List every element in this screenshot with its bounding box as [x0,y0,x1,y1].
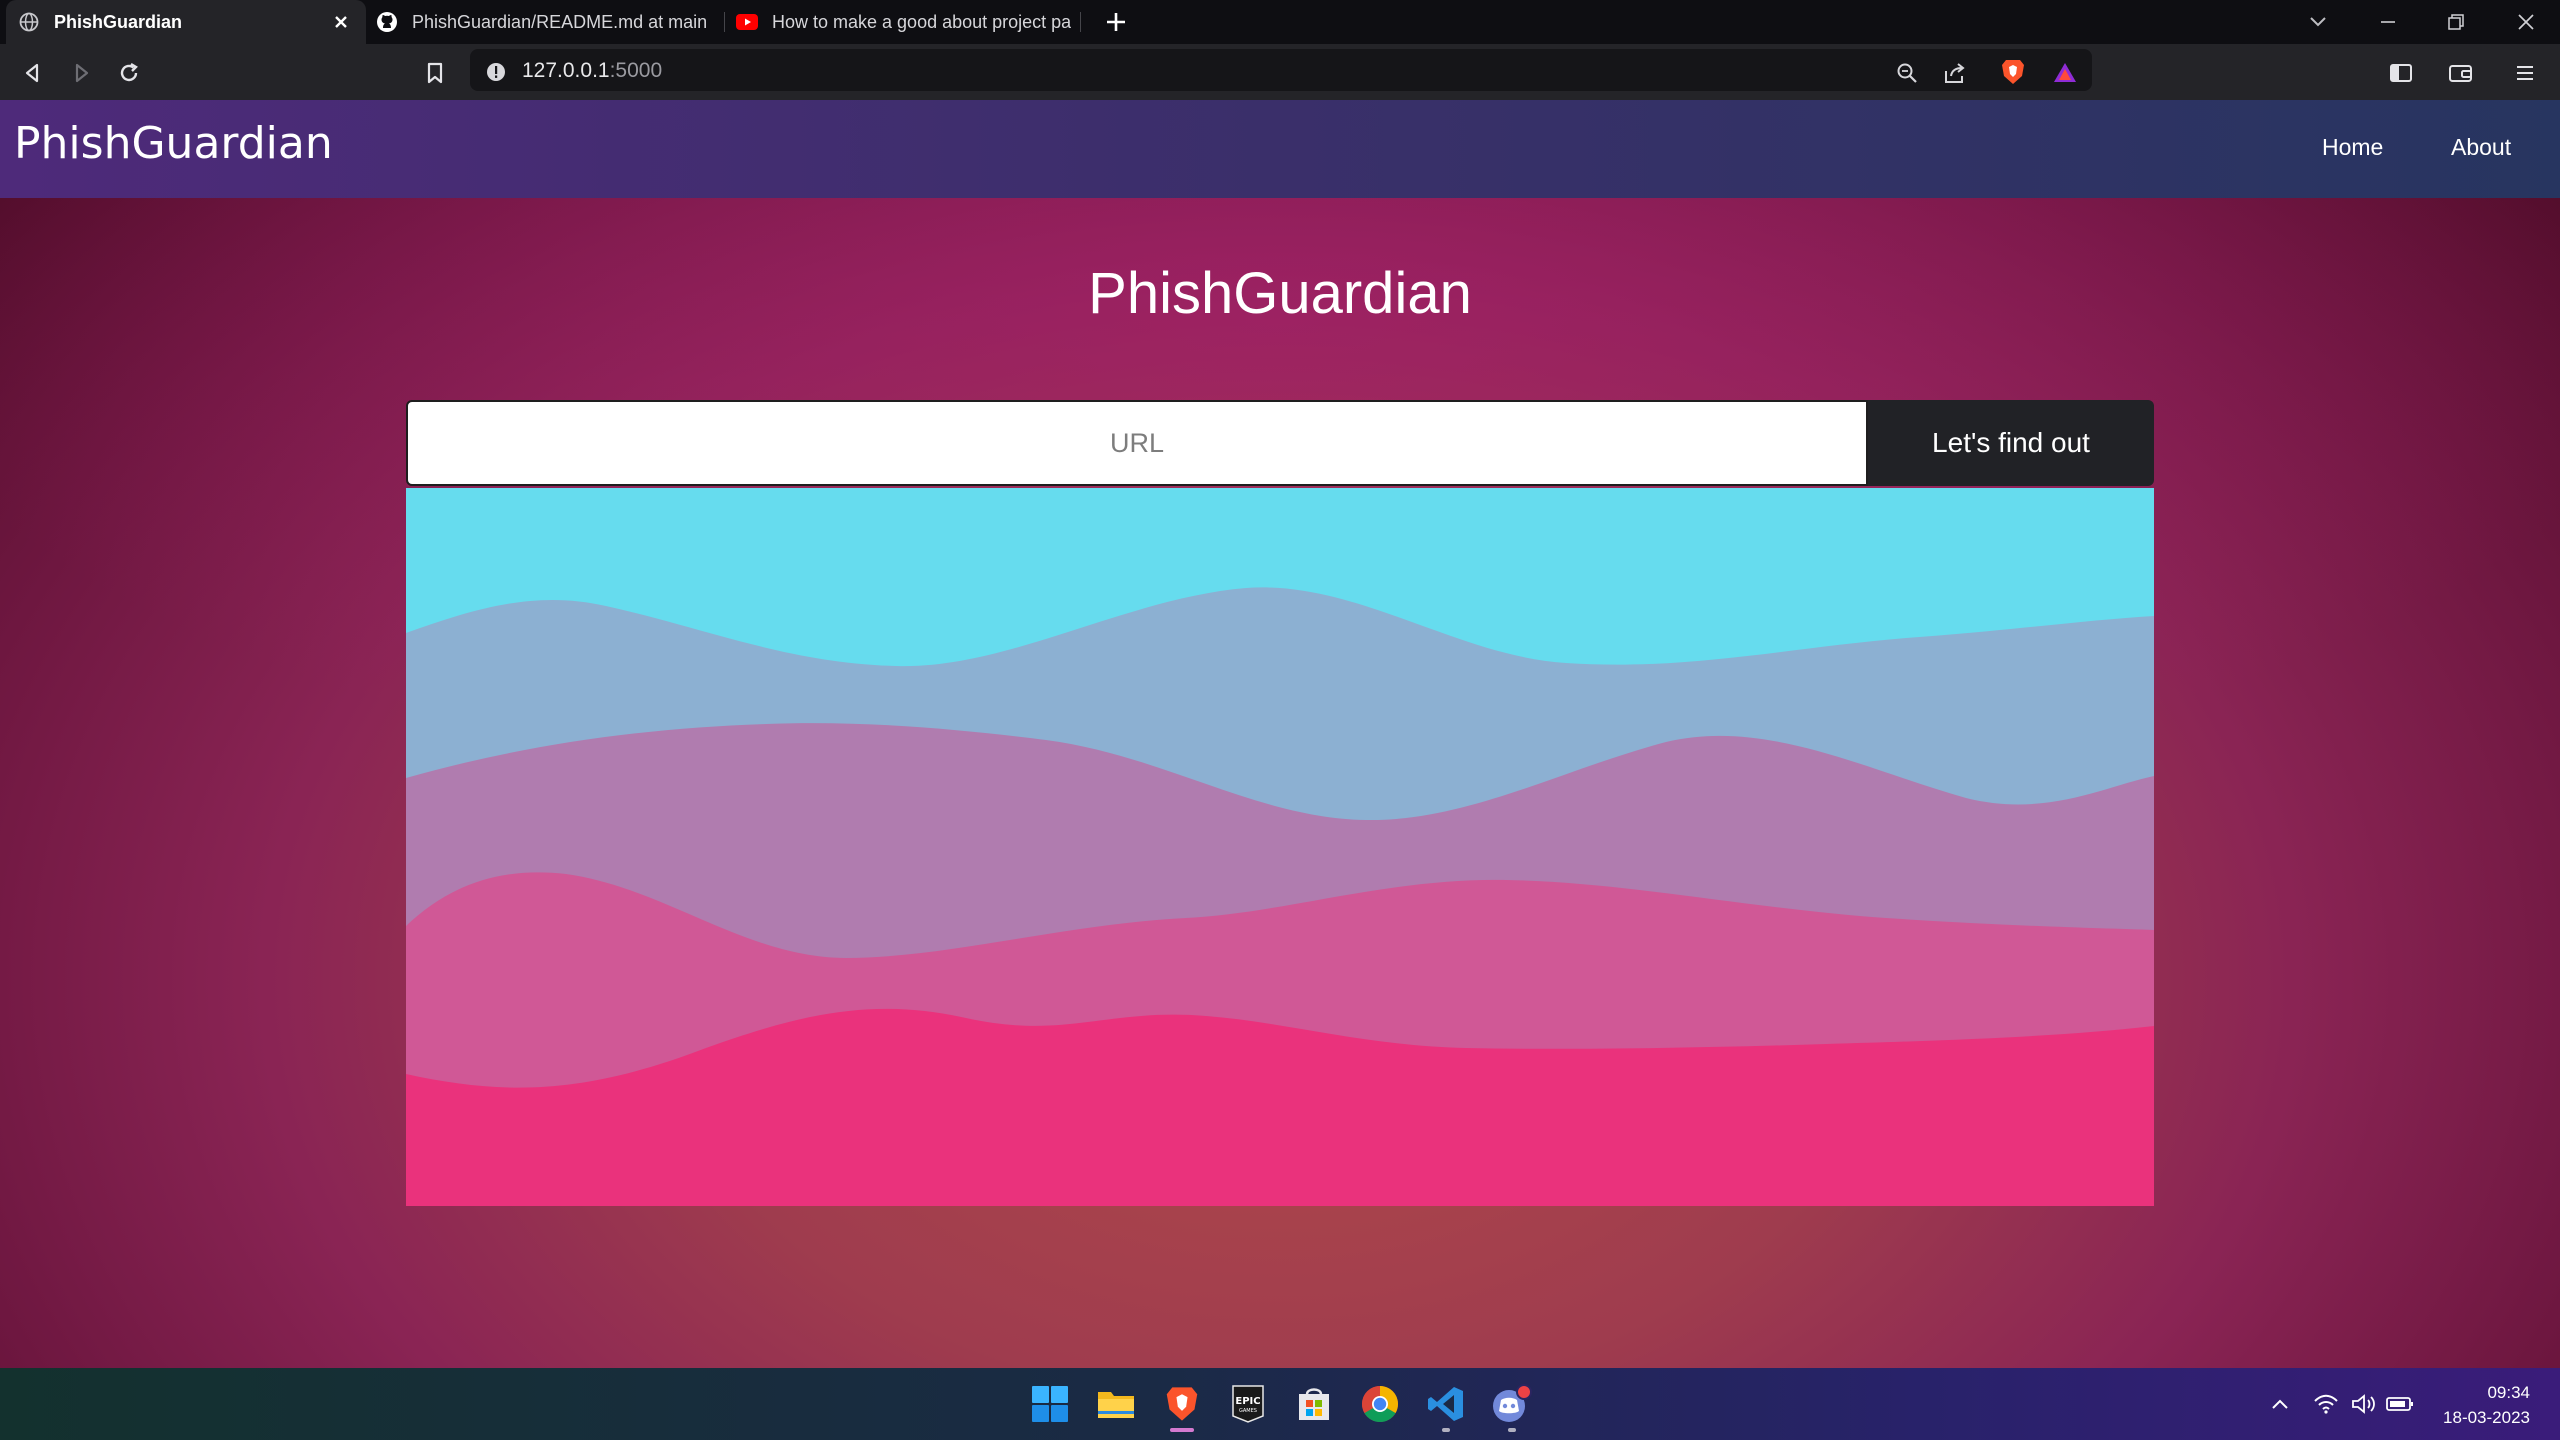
zoom-icon[interactable] [1890,56,1924,90]
brave-rewards-icon[interactable] [2048,56,2082,90]
wallet-icon[interactable] [2444,56,2478,90]
microsoft-store-icon[interactable] [1292,1382,1336,1426]
navbar-brand[interactable]: PhishGuardian [14,118,333,169]
url-check-form: Let's find out [406,400,2154,486]
site-navbar: PhishGuardian Home About [0,100,2560,198]
new-tab-button[interactable] [1100,6,1132,38]
show-hidden-icons-chevron-up-icon[interactable] [2260,1382,2300,1426]
tab-separator [1080,12,1081,32]
page-title: PhishGuardian [1088,261,1472,326]
url-input[interactable] [406,400,1868,486]
clock-date[interactable]: 18-03-2023 [2420,1408,2530,1428]
chrome-icon[interactable] [1358,1382,1402,1426]
brave-icon[interactable] [1160,1382,1204,1426]
wave-illustration [406,488,2154,1206]
brave-running-indicator [1170,1428,1194,1432]
vscode-running-indicator [1442,1428,1450,1432]
address-bar[interactable] [470,49,2092,91]
forward-icon[interactable] [64,56,98,90]
site-info-icon[interactable] [484,60,508,84]
battery-icon[interactable] [2380,1382,2420,1426]
nav-link-about[interactable]: About [2451,134,2511,161]
address-port: :5000 [609,59,663,82]
wifi-icon[interactable] [2306,1382,2346,1426]
tab-github-readme[interactable]: PhishGuardian/README.md at main · [374,0,714,44]
close-tab-icon[interactable] [328,9,354,35]
vscode-icon[interactable] [1424,1382,1468,1426]
minimize-button[interactable] [2370,6,2406,38]
reload-icon[interactable] [112,56,146,90]
back-icon[interactable] [16,56,50,90]
sidebar-icon[interactable] [2384,56,2418,90]
brave-shields-icon[interactable] [1996,55,2030,89]
menu-icon[interactable] [2508,56,2542,90]
tab-label: PhishGuardian/README.md at main · [412,11,714,32]
nav-link-home[interactable]: Home [2322,134,2383,161]
svg-text:GAMES: GAMES [1239,1408,1257,1414]
discord-icon[interactable] [1490,1382,1534,1426]
bookmark-icon[interactable] [418,56,452,90]
tab-youtube-video[interactable]: How to make a good about project pa [734,0,1074,44]
lets-find-out-button[interactable]: Let's find out [1868,400,2154,486]
close-window-button[interactable] [2508,6,2544,38]
clock-time[interactable]: 09:34 [2440,1383,2530,1403]
tab-separator [724,12,725,32]
file-explorer-icon[interactable] [1094,1382,1138,1426]
tab-phishguardian[interactable]: PhishGuardian [6,0,366,44]
epic-games-icon[interactable]: EPIC GAMES [1226,1382,1270,1426]
svg-text:EPIC: EPIC [1235,1396,1260,1407]
restore-button[interactable] [2438,6,2474,38]
discord-running-indicator [1508,1428,1516,1432]
youtube-icon [736,11,758,33]
tab-label: How to make a good about project pa [772,11,1072,32]
tab-label: PhishGuardian [54,11,183,32]
globe-icon [18,11,40,33]
volume-icon[interactable] [2344,1382,2384,1426]
windows-taskbar [0,1368,2560,1440]
address-url[interactable]: 127.0.0.1:5000 [522,59,662,83]
tab-search-chevron-down-icon[interactable] [2302,8,2334,36]
share-icon[interactable] [1938,56,1972,90]
page-viewport: PhishGuardian Home About PhishGuardian L… [0,100,2560,1368]
start-icon[interactable] [1028,1382,1072,1426]
github-icon [376,11,398,33]
address-host: 127.0.0.1 [522,59,610,82]
